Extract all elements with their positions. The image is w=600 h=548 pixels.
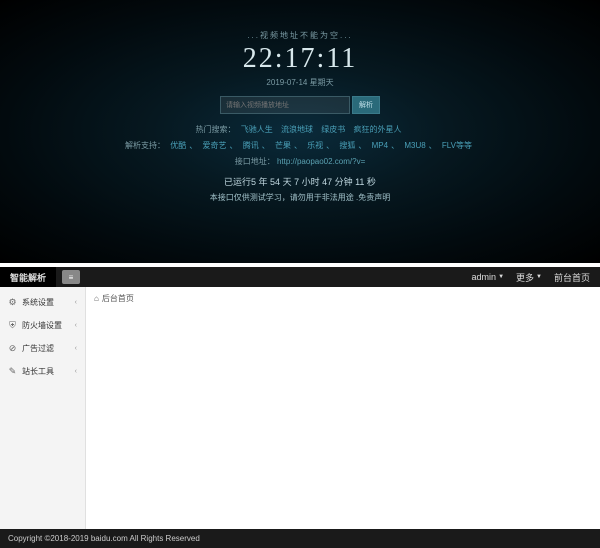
date-display: 2019-07-14 星期天 [0,77,600,88]
breadcrumb: ⌂ 后台首页 [94,293,592,304]
main-content: ⌂ 后台首页 [86,287,600,529]
support-row: 解析支持： 优酷、 爱奇艺、 腾讯、 芒果、 乐视、 搜狐、 MP4、 M3U8… [0,140,600,151]
sidebar-item-firewall[interactable]: ⛨ 防火墙设置 ‹ [0,314,85,337]
api-url: http://paopao02.com/?v= [277,157,365,166]
sidebar-item-label: 广告过滤 [22,343,54,354]
video-url-input[interactable] [220,96,350,114]
support-link[interactable]: MP4 [372,141,388,150]
block-icon: ⊘ [8,343,17,354]
sidebar-item-webmaster-tools[interactable]: ✎ 站长工具 ‹ [0,360,85,383]
brand-title: 智能解析 [0,267,56,287]
parse-button[interactable]: 解析 [352,96,380,114]
support-link[interactable]: FLV等等 [442,141,472,150]
hot-link[interactable]: 绿皮书 [321,125,345,134]
hot-link[interactable]: 飞驰人生 [241,125,273,134]
support-link[interactable]: 乐视 [307,141,323,150]
chevron-left-icon: ‹ [75,322,77,329]
caret-down-icon: ▼ [498,274,504,280]
hot-search-row: 热门搜索： 飞驰人生 流浪地球 绿皮书 疯狂的外星人 [0,124,600,135]
support-link[interactable]: 爱奇艺 [202,141,226,150]
sidebar-item-system-settings[interactable]: ⚙ 系统设置 ‹ [0,291,85,314]
support-link[interactable]: 腾讯 [243,141,259,150]
clock-display: 22:17:11 [0,43,600,75]
shield-icon: ⛨ [8,320,17,331]
sidebar-item-label: 防火墙设置 [22,320,62,331]
caret-down-icon: ▼ [536,274,542,280]
support-label: 解析支持： [125,141,165,150]
home-icon: ⌂ [94,294,99,303]
footer-copyright: Copyright ©2018-2019 baidu.com All Right… [0,529,600,548]
admin-panel: 智能解析 ≡ admin ▼ 更多 ▼ 前台首页 ⚙ 系统设置 ‹ [0,267,600,548]
sidebar: ⚙ 系统设置 ‹ ⛨ 防火墙设置 ‹ ⊘ 广告过滤 ‹ ✎ 站长工具 ‹ [0,287,86,529]
chevron-left-icon: ‹ [75,299,77,306]
sidebar-item-label: 站长工具 [22,366,54,377]
frontend-home-label: 前台首页 [554,271,590,284]
more-menu[interactable]: 更多 ▼ [516,271,542,284]
support-link[interactable]: 优酷 [170,141,186,150]
breadcrumb-text: 后台首页 [102,293,134,304]
admin-user-label: admin [472,272,497,282]
more-label: 更多 [516,271,534,284]
sidebar-item-ad-filter[interactable]: ⊘ 广告过滤 ‹ [0,337,85,360]
pencil-icon: ✎ [8,366,17,377]
disclaimer-text: 本接口仅供测试学习，请勿用于非法用途 .免责声明 [0,192,600,203]
support-link[interactable]: 搜狐 [339,141,355,150]
search-row: 解析 [0,96,600,114]
gear-icon: ⚙ [8,297,17,308]
hot-link[interactable]: 流浪地球 [281,125,313,134]
hot-label: 热门搜索： [196,125,236,134]
support-link[interactable]: M3U8 [404,141,425,150]
hot-link[interactable]: 疯狂的外星人 [353,125,401,134]
admin-user-menu[interactable]: admin ▼ [472,271,504,284]
support-link[interactable]: 芒果 [275,141,291,150]
chevron-left-icon: ‹ [75,368,77,375]
video-parser-panel: ...视频地址不能为空... 22:17:11 2019-07-14 星期天 解… [0,0,600,263]
sidebar-item-label: 系统设置 [22,297,54,308]
chevron-left-icon: ‹ [75,345,77,352]
frontend-home-link[interactable]: 前台首页 [554,271,590,284]
api-row: 接口地址： http://paopao02.com/?v= [0,156,600,167]
runtime-text: 已运行5 年 54 天 7 小时 47 分钟 11 秒 [0,175,600,188]
admin-header: 智能解析 ≡ admin ▼ 更多 ▼ 前台首页 [0,267,600,287]
menu-toggle-button[interactable]: ≡ [62,270,80,284]
panel-title: ...视频地址不能为空... [0,30,600,41]
api-label: 接口地址： [235,157,275,166]
